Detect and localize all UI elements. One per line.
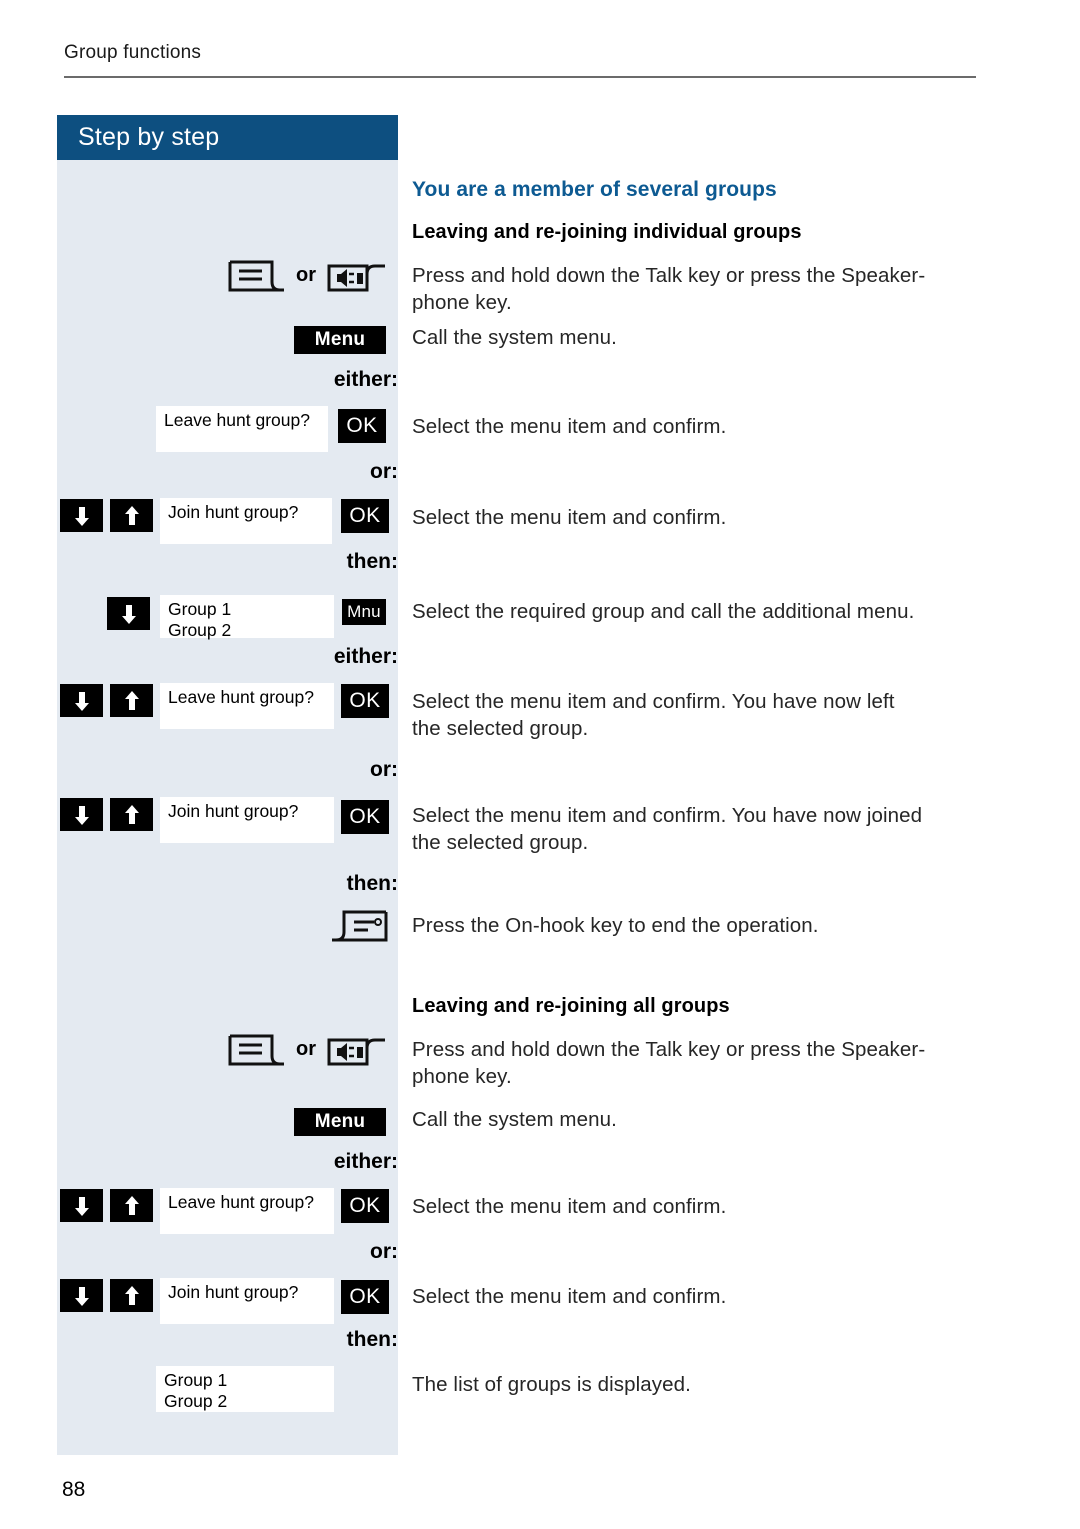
- ok-softkey-5[interactable]: OK: [341, 1189, 389, 1223]
- connector-or-2: or:: [370, 758, 398, 781]
- subsection-heading-all-groups: Leaving and re-joining all groups: [412, 995, 730, 1017]
- speakerphone-key-icon: [327, 260, 387, 301]
- instruction-line: the selected group.: [412, 831, 589, 854]
- connector-either-2: either:: [333, 645, 398, 668]
- ok-softkey-3[interactable]: OK: [341, 684, 389, 718]
- talk-key-icon-2: [228, 1034, 286, 1075]
- arrow-down-key-icon-3[interactable]: [60, 684, 103, 717]
- instruction-select-confirm-2: Select the menu item and confirm.: [412, 506, 727, 529]
- arrow-down-key-icon-2[interactable]: [107, 597, 150, 630]
- connector-then-2: then:: [346, 872, 398, 895]
- display-line: Group 2: [168, 620, 232, 640]
- connector-then-3: then:: [346, 1328, 398, 1351]
- instruction-line: Press and hold down the Talk key or pres…: [412, 1038, 926, 1061]
- connector-either-1: either:: [333, 368, 398, 391]
- instruction-select-confirm-1: Select the menu item and confirm.: [412, 415, 727, 438]
- page-number: 88: [62, 1478, 86, 1501]
- instruction-line: phone key.: [412, 291, 512, 314]
- or-separator-label-2: or: [296, 1038, 316, 1060]
- display-join-hunt-group-1: Join hunt group?: [160, 498, 332, 544]
- ok-softkey-2[interactable]: OK: [341, 499, 389, 533]
- menu-softkey-2[interactable]: Menu: [294, 1108, 386, 1136]
- mnu-softkey-1[interactable]: Mnu: [342, 599, 386, 625]
- connector-or-3: or:: [370, 1240, 398, 1263]
- arrow-up-key-icon-4[interactable]: [110, 798, 153, 831]
- display-join-hunt-group-2: Join hunt group?: [160, 797, 334, 843]
- display-line: Group 2: [164, 1391, 228, 1411]
- running-header: Group functions: [64, 42, 202, 63]
- instruction-select-confirm-joined: Select the menu item and confirm. You ha…: [412, 802, 990, 856]
- display-line: Leave hunt group?: [164, 410, 310, 430]
- instruction-select-confirm-left: Select the menu item and confirm. You ha…: [412, 688, 990, 742]
- instruction-press-hold-talk-2: Press and hold down the Talk key or pres…: [412, 1036, 990, 1090]
- section-heading-member-several-groups: You are a member of several groups: [412, 178, 777, 201]
- instruction-select-confirm-3: Select the menu item and confirm.: [412, 1195, 727, 1218]
- talk-key-icon: [228, 260, 286, 301]
- ok-softkey-6[interactable]: OK: [341, 1280, 389, 1314]
- instruction-line: phone key.: [412, 1065, 512, 1088]
- connector-then-1: then:: [346, 550, 398, 573]
- arrow-up-key-icon-5[interactable]: [110, 1189, 153, 1222]
- instruction-list-displayed: The list of groups is displayed.: [412, 1373, 691, 1396]
- menu-softkey-1[interactable]: Menu: [294, 326, 386, 354]
- arrow-up-key-icon-1[interactable]: [110, 499, 153, 532]
- display-group-list-1: Group 1 Group 2: [160, 595, 334, 640]
- header-divider-rule: [64, 76, 976, 78]
- display-join-hunt-group-3: Join hunt group?: [160, 1278, 334, 1324]
- speakerphone-key-icon-2: [327, 1034, 387, 1075]
- ok-softkey-1[interactable]: OK: [338, 409, 386, 443]
- instruction-select-confirm-4: Select the menu item and confirm.: [412, 1285, 727, 1308]
- display-line: Leave hunt group?: [168, 1192, 314, 1212]
- arrow-down-key-icon-4[interactable]: [60, 798, 103, 831]
- display-line: Leave hunt group?: [168, 687, 314, 707]
- arrow-down-key-icon-6[interactable]: [60, 1279, 103, 1312]
- connector-or-1: or:: [370, 460, 398, 483]
- display-line: Group 1: [164, 1370, 228, 1390]
- instruction-call-system-menu-2: Call the system menu.: [412, 1108, 617, 1131]
- instruction-press-onhook: Press the On-hook key to end the operati…: [412, 914, 819, 937]
- on-hook-key-icon: [330, 910, 388, 951]
- display-leave-hunt-group-2: Leave hunt group?: [160, 683, 334, 729]
- step-by-step-title: Step by step: [57, 115, 398, 160]
- display-leave-hunt-group-3: Leave hunt group?: [160, 1188, 334, 1234]
- display-line: Join hunt group?: [168, 502, 299, 522]
- display-line: Join hunt group?: [168, 801, 299, 821]
- instruction-select-group-additional-menu: Select the required group and call the a…: [412, 600, 915, 623]
- arrow-down-key-icon-5[interactable]: [60, 1189, 103, 1222]
- arrow-up-key-icon-3[interactable]: [110, 684, 153, 717]
- instruction-line: the selected group.: [412, 717, 589, 740]
- display-group-list-2: Group 1 Group 2: [156, 1366, 334, 1412]
- instruction-line: Select the menu item and confirm. You ha…: [412, 690, 895, 713]
- display-leave-hunt-group-1: Leave hunt group?: [156, 406, 328, 452]
- instruction-press-hold-talk-1: Press and hold down the Talk key or pres…: [412, 262, 990, 316]
- connector-either-3: either:: [333, 1150, 398, 1173]
- display-line: Join hunt group?: [168, 1282, 299, 1302]
- instruction-call-system-menu-1: Call the system menu.: [412, 326, 617, 349]
- instruction-line: Press and hold down the Talk key or pres…: [412, 264, 926, 287]
- subsection-heading-individual-groups: Leaving and re-joining individual groups: [412, 221, 802, 243]
- arrow-up-key-icon-6[interactable]: [110, 1279, 153, 1312]
- instruction-line: Select the menu item and confirm. You ha…: [412, 804, 923, 827]
- display-line: Group 1: [168, 599, 232, 619]
- or-separator-label: or: [296, 264, 316, 286]
- arrow-down-key-icon-1[interactable]: [60, 499, 103, 532]
- ok-softkey-4[interactable]: OK: [341, 800, 389, 834]
